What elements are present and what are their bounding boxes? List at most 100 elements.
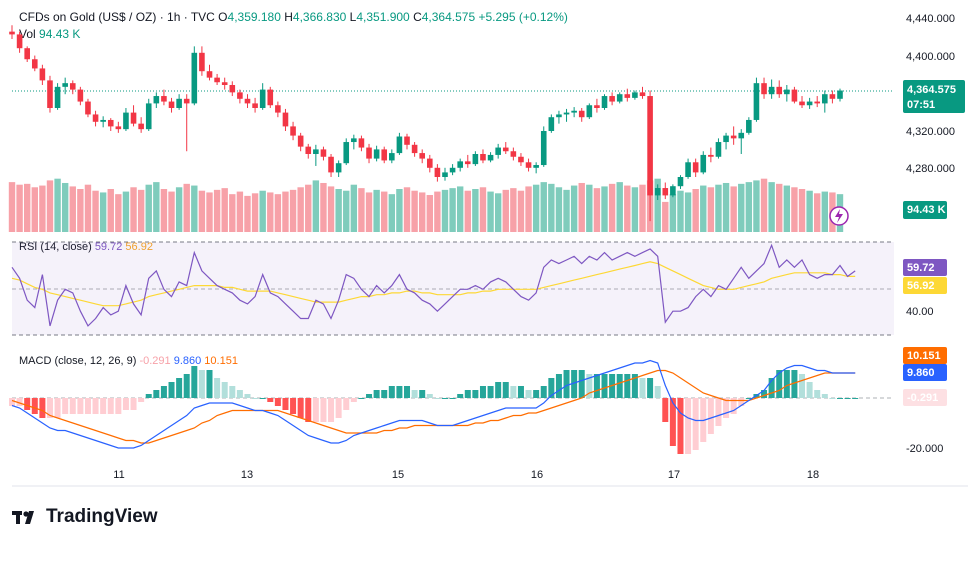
x-tick-label: 15 <box>392 469 404 481</box>
candle-body <box>822 94 828 104</box>
candle-body <box>723 135 729 143</box>
candle-body <box>685 162 691 177</box>
macd-histogram-bar <box>495 382 502 398</box>
candle-body <box>791 89 798 102</box>
candle-body <box>404 136 410 145</box>
volume-bar <box>487 191 494 232</box>
candle-body <box>548 117 555 131</box>
candle-body <box>77 89 84 102</box>
candle-body <box>297 135 304 147</box>
candle-body <box>700 154 707 173</box>
chart-svg[interactable]: 4,440.0004,400.0004,360.0004,320.0004,28… <box>0 0 980 574</box>
candle-body <box>457 161 463 168</box>
candle-body <box>434 167 441 177</box>
candle-body <box>662 188 669 196</box>
volume-bar <box>61 182 69 232</box>
volume-bar <box>282 191 289 232</box>
candle-body <box>335 163 342 173</box>
candle-body <box>624 94 631 98</box>
volume-bar <box>555 187 563 232</box>
candle-body <box>9 31 15 35</box>
volume-bar <box>745 182 753 232</box>
macd-histogram-bar <box>555 374 562 398</box>
candle-body <box>237 92 243 99</box>
volume-bar <box>738 183 745 232</box>
rsi-ma-badge: 56.92 <box>907 280 935 292</box>
macd-histogram-bar <box>533 390 540 398</box>
macd-histogram-bar <box>84 398 91 414</box>
volume-bar <box>692 189 699 232</box>
macd-histogram-bar <box>388 386 395 398</box>
candle-body <box>571 110 577 113</box>
candle-body <box>313 149 319 154</box>
tradingview-logo[interactable]: TradingView <box>12 506 158 528</box>
candle-body <box>69 83 76 90</box>
candle-body <box>502 147 509 152</box>
candle-body <box>351 138 357 143</box>
volume-bar <box>115 194 122 232</box>
candle-body <box>609 96 615 102</box>
x-tick-label: 13 <box>241 469 253 481</box>
candle-body <box>138 123 144 130</box>
candle-body <box>715 142 722 157</box>
candle-body <box>229 85 236 93</box>
hist-badge-value: -0.291 <box>907 392 938 404</box>
candle-body <box>784 89 790 95</box>
macd-histogram-bar <box>282 398 289 410</box>
candle-body <box>85 101 91 115</box>
macd-histogram-bar <box>624 374 631 398</box>
macd-histogram-bar <box>320 398 327 422</box>
macd-histogram-bar <box>122 398 129 410</box>
macd-histogram-bar <box>24 398 31 410</box>
volume-bar <box>426 195 433 232</box>
macd-histogram-bar <box>799 374 806 398</box>
candle-body <box>692 162 699 173</box>
candle-body <box>518 156 524 163</box>
volume-bar <box>472 189 479 232</box>
candle-body <box>419 153 426 159</box>
macd-histogram-bar <box>464 390 471 398</box>
macd-histogram-bar <box>844 398 851 399</box>
price-tick-label: 4,320.000 <box>906 126 955 138</box>
volume-bar <box>464 190 471 232</box>
macd-histogram-bar <box>153 390 160 398</box>
candle-body <box>510 151 517 157</box>
price-tick-label: 4,440.000 <box>906 13 955 25</box>
volume-bar <box>525 186 532 232</box>
volume-bar <box>760 178 768 232</box>
candle-body <box>563 112 570 115</box>
macd-histogram-bar <box>426 394 433 398</box>
volume-bar <box>669 194 677 232</box>
volume-bar <box>107 189 114 232</box>
volume-bar <box>593 188 601 232</box>
volume-bar <box>358 188 365 232</box>
volume-bar <box>373 189 380 232</box>
candle-body <box>176 98 182 108</box>
candle-body <box>191 52 198 104</box>
candle-body <box>806 101 813 106</box>
macd-histogram-bar <box>138 398 145 402</box>
macd-histogram-bar <box>654 386 661 398</box>
macd-histogram-bar <box>100 398 107 414</box>
macd-histogram-bar <box>335 398 342 418</box>
macd-histogram-bar <box>350 398 357 402</box>
volume-bar <box>327 186 335 232</box>
volume-bar <box>776 183 783 232</box>
volume-bar <box>479 187 487 232</box>
candle-body <box>358 138 365 148</box>
volume-bar <box>540 182 547 232</box>
volume-bar <box>396 189 403 232</box>
candle-body <box>837 90 843 99</box>
macd-histogram-bar <box>274 398 281 406</box>
candle-body <box>366 147 372 159</box>
macd-histogram-bar <box>343 398 350 410</box>
macd-histogram-bar <box>214 378 221 398</box>
macd-histogram-bar <box>411 390 418 398</box>
candle-body <box>601 96 608 108</box>
rsi-tick-label: 40.00 <box>906 306 934 318</box>
macd-histogram-bar <box>472 390 479 398</box>
volume-bar <box>639 184 646 232</box>
volume-bar <box>160 189 168 232</box>
volume-bar <box>137 189 145 232</box>
candle-body <box>282 112 289 127</box>
